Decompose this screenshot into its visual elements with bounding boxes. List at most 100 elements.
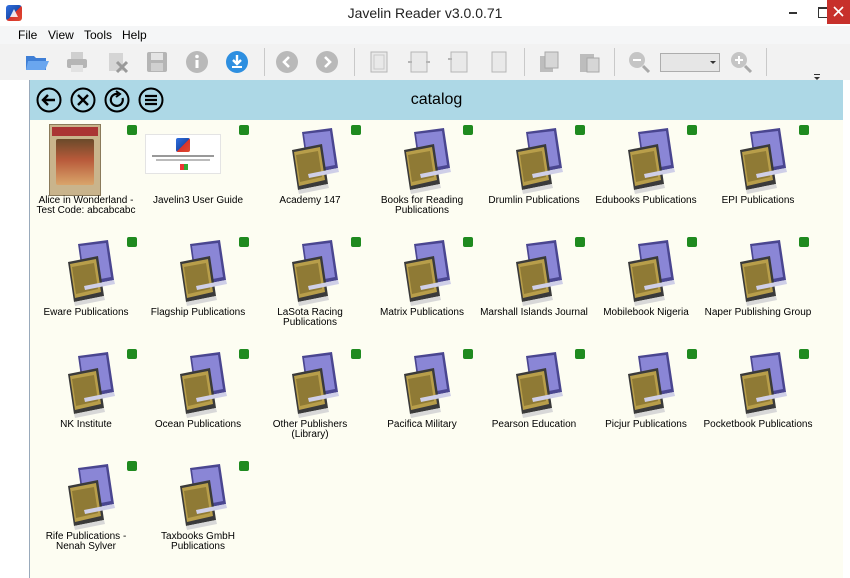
catalog-item-label: Javelin3 User Guide — [152, 195, 244, 206]
toolbar-separator — [614, 48, 615, 76]
books-icon — [58, 352, 122, 418]
left-margin — [0, 80, 29, 578]
info-icon[interactable] — [184, 49, 210, 75]
page-width-icon[interactable] — [406, 49, 432, 75]
catalog-item[interactable]: Taxbooks GmbH Publications — [142, 456, 254, 568]
status-dot — [687, 237, 697, 247]
catalog-item[interactable]: LaSota Racing Publications — [254, 232, 366, 344]
right-margin — [843, 80, 850, 578]
minimize-button[interactable] — [778, 0, 808, 24]
catalog-item[interactable]: Eware Publications — [30, 232, 142, 344]
books-icon — [730, 352, 794, 418]
catalog-item[interactable]: Pacifica Military — [366, 344, 478, 456]
save-icon[interactable] — [144, 49, 170, 75]
app-logo-icon — [176, 138, 190, 152]
copy-icon[interactable] — [536, 49, 562, 75]
catalog-item-label: Alice in Wonderland - Test Code: abcabca… — [36, 195, 136, 216]
catalog-item[interactable]: Drumlin Publications — [478, 120, 590, 232]
rotate-right-icon[interactable] — [486, 49, 512, 75]
books-icon — [282, 352, 346, 418]
books-icon — [506, 240, 570, 306]
catalog-item[interactable]: Naper Publishing Group — [702, 232, 814, 344]
catalog-item-label: Mobilebook Nigeria — [603, 307, 689, 318]
title-bar: Javelin Reader v3.0.0.71 — [0, 0, 850, 26]
zoom-in-icon[interactable] — [728, 49, 754, 75]
books-icon — [282, 240, 346, 306]
status-dot — [239, 125, 249, 135]
catalog-item[interactable]: NK Institute — [30, 344, 142, 456]
page-fit-icon[interactable] — [366, 49, 392, 75]
catalog-item[interactable]: Academy 147 — [254, 120, 366, 232]
status-dot — [239, 349, 249, 359]
books-icon — [394, 128, 458, 194]
books-icon — [506, 352, 570, 418]
catalog-item[interactable]: Picjur Publications — [590, 344, 702, 456]
menu-tools[interactable]: Tools — [84, 28, 112, 42]
menu-view[interactable]: View — [48, 28, 74, 42]
download-icon[interactable] — [224, 49, 250, 75]
books-icon — [618, 352, 682, 418]
menu-file[interactable]: File — [18, 28, 37, 42]
status-dot — [463, 349, 473, 359]
catalog-item[interactable]: Alice in Wonderland - Test Code: abcabca… — [30, 120, 142, 232]
books-icon — [394, 352, 458, 418]
catalog-item[interactable]: Flagship Publications — [142, 232, 254, 344]
status-dot — [351, 349, 361, 359]
delete-icon[interactable] — [104, 49, 130, 75]
status-dot — [127, 349, 137, 359]
catalog-item-label: Matrix Publications — [380, 307, 464, 318]
zoom-out-icon[interactable] — [626, 49, 652, 75]
catalog-item-label: Drumlin Publications — [488, 195, 580, 206]
status-dot — [127, 237, 137, 247]
toolbar-separator — [354, 48, 355, 76]
catalog-item[interactable]: Ocean Publications — [142, 344, 254, 456]
menu-help[interactable]: Help — [122, 28, 147, 42]
books-icon — [730, 128, 794, 194]
windows-logo-icon — [180, 164, 188, 170]
catalog-item[interactable]: Mobilebook Nigeria — [590, 232, 702, 344]
close-button[interactable] — [827, 0, 850, 24]
books-icon — [282, 128, 346, 194]
catalog-item[interactable]: Pearson Education — [478, 344, 590, 456]
books-icon — [58, 240, 122, 306]
status-dot — [463, 125, 473, 135]
books-icon — [170, 240, 234, 306]
toolbar — [0, 44, 850, 81]
print-icon[interactable] — [64, 49, 90, 75]
catalog-item-label: Eware Publications — [43, 307, 129, 318]
catalog-item[interactable]: Other Publishers (Library) — [254, 344, 366, 456]
book-cover-image — [145, 134, 221, 174]
catalog-item-label: EPI Publications — [721, 195, 795, 206]
back-icon[interactable] — [274, 49, 300, 75]
book-cover-image — [49, 124, 101, 196]
catalog-item[interactable]: Javelin3 User Guide — [142, 120, 254, 232]
catalog-item[interactable]: EPI Publications — [702, 120, 814, 232]
status-dot — [239, 237, 249, 247]
toolbar-separator — [766, 48, 767, 76]
paste-icon[interactable] — [576, 49, 602, 75]
catalog-item-label: LaSota Racing Publications — [277, 307, 343, 328]
toolbar-separator — [524, 48, 525, 76]
catalog-item-label: Marshall Islands Journal — [480, 307, 588, 318]
status-dot — [239, 461, 249, 471]
catalog-item[interactable]: Edubooks Publications — [590, 120, 702, 232]
catalog-item-label: Books for Reading Publications — [380, 195, 464, 216]
chevron-down-icon — [710, 61, 716, 64]
open-folder-icon[interactable] — [24, 49, 50, 75]
status-dot — [351, 237, 361, 247]
catalog-item-label: Rife Publications - Nenah Sylver — [45, 531, 127, 552]
toolbar-separator — [264, 48, 265, 76]
catalog-item[interactable]: Pocketbook Publications — [702, 344, 814, 456]
books-icon — [58, 464, 122, 530]
catalog-item[interactable]: Rife Publications - Nenah Sylver — [30, 456, 142, 568]
status-dot — [463, 237, 473, 247]
toolbar-overflow-icon[interactable] — [813, 70, 821, 80]
books-icon — [170, 464, 234, 530]
catalog-item-label: Pearson Education — [491, 419, 577, 430]
zoom-select[interactable] — [660, 53, 720, 72]
catalog-item[interactable]: Matrix Publications — [366, 232, 478, 344]
forward-icon[interactable] — [314, 49, 340, 75]
rotate-left-icon[interactable] — [446, 49, 472, 75]
catalog-item[interactable]: Books for Reading Publications — [366, 120, 478, 232]
catalog-item[interactable]: Marshall Islands Journal — [478, 232, 590, 344]
